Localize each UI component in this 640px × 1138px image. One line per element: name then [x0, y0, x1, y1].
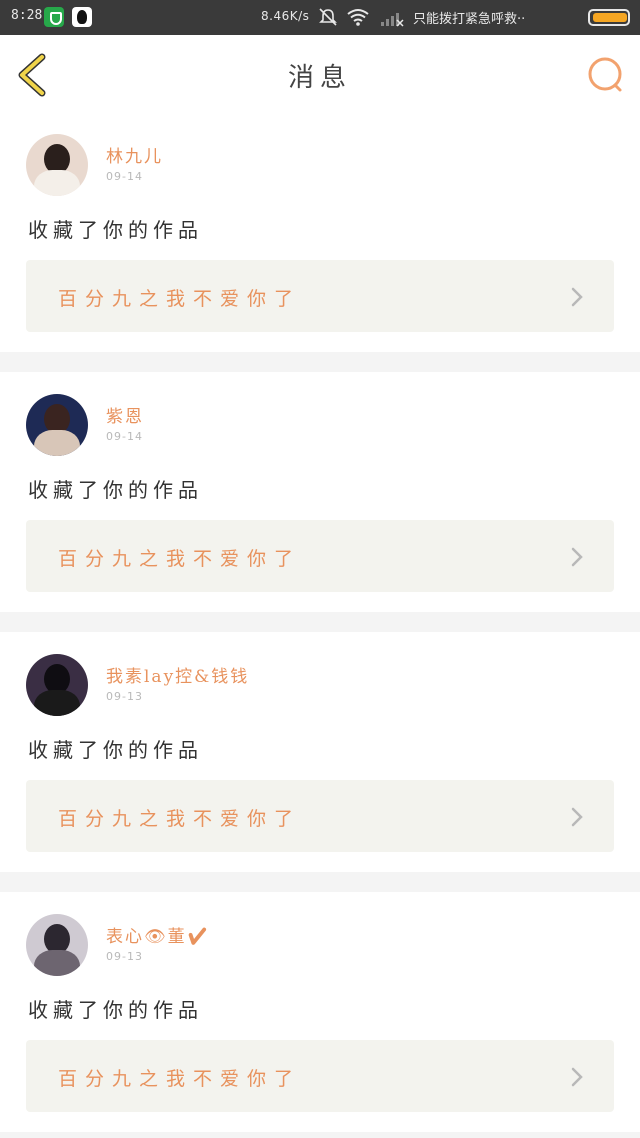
work-link[interactable]: 百分九之我不爱你了: [26, 520, 614, 592]
carrier-status: 只能拨打紧急呼救··: [413, 12, 526, 27]
bell-muted-icon: [319, 8, 337, 26]
message-card: 我素lay控&钱钱 09-13 收藏了你的作品 百分九之我不爱你了: [0, 632, 640, 872]
page-title: 消息: [287, 63, 352, 93]
work-title: 百分九之我不爱你了: [58, 1068, 302, 1090]
chevron-right-icon: [571, 547, 583, 567]
chevron-right-icon: [571, 287, 583, 307]
work-title: 百分九之我不爱你了: [58, 808, 302, 830]
action-text: 收藏了你的作品: [28, 218, 203, 242]
status-bar: 8:28 8.46K/s 只能拨打紧急呼救··: [0, 0, 640, 35]
message-card: 紫恩 09-14 收藏了你的作品 百分九之我不爱你了: [0, 372, 640, 612]
work-link[interactable]: 百分九之我不爱你了: [26, 780, 614, 852]
message-date: 09-13: [106, 950, 143, 963]
message-card: 表心👁董✔ 09-13 收藏了你的作品 百分九之我不爱你了: [0, 892, 640, 1132]
avatar[interactable]: [26, 134, 88, 196]
message-date: 09-13: [106, 690, 143, 703]
avatar[interactable]: [26, 394, 88, 456]
network-speed: 8.46K/s: [261, 9, 310, 23]
app-header: 消息: [0, 35, 640, 113]
username-link[interactable]: 紫恩: [106, 402, 144, 427]
username-link[interactable]: 林九儿: [106, 142, 163, 167]
battery-icon: [588, 9, 630, 26]
search-button[interactable]: [585, 55, 625, 95]
wifi-icon: [347, 9, 369, 26]
work-link[interactable]: 百分九之我不爱你了: [26, 260, 614, 332]
qq-app-icon: [72, 7, 92, 27]
avatar[interactable]: [26, 914, 88, 976]
action-text: 收藏了你的作品: [28, 738, 203, 762]
work-title: 百分九之我不爱你了: [58, 288, 302, 310]
message-card: 林九儿 09-14 收藏了你的作品 百分九之我不爱你了: [0, 112, 640, 352]
username-link[interactable]: 表心👁董✔: [106, 922, 210, 947]
action-text: 收藏了你的作品: [28, 998, 203, 1022]
avatar[interactable]: [26, 654, 88, 716]
status-time: 8:28: [11, 8, 43, 23]
action-text: 收藏了你的作品: [28, 478, 203, 502]
chevron-right-icon: [571, 807, 583, 827]
message-date: 09-14: [106, 430, 143, 443]
security-app-icon: [44, 7, 64, 27]
work-title: 百分九之我不爱你了: [58, 548, 302, 570]
chevron-right-icon: [571, 1067, 583, 1087]
message-date: 09-14: [106, 170, 143, 183]
username-link[interactable]: 我素lay控&钱钱: [106, 662, 249, 687]
work-link[interactable]: 百分九之我不爱你了: [26, 1040, 614, 1112]
signal-icon: [381, 13, 404, 27]
